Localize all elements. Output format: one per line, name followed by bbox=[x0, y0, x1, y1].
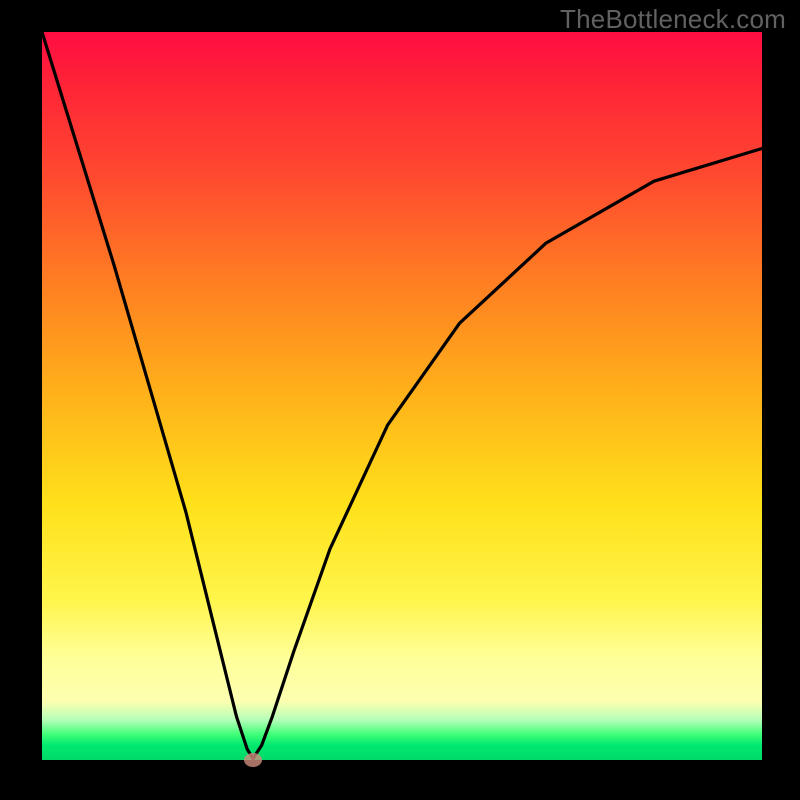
chart-frame: TheBottleneck.com bbox=[0, 0, 800, 800]
curve-path bbox=[42, 32, 762, 759]
bottleneck-curve bbox=[42, 32, 762, 760]
plot-area bbox=[42, 32, 762, 760]
watermark-text: TheBottleneck.com bbox=[560, 4, 786, 35]
minimum-marker bbox=[244, 753, 262, 767]
